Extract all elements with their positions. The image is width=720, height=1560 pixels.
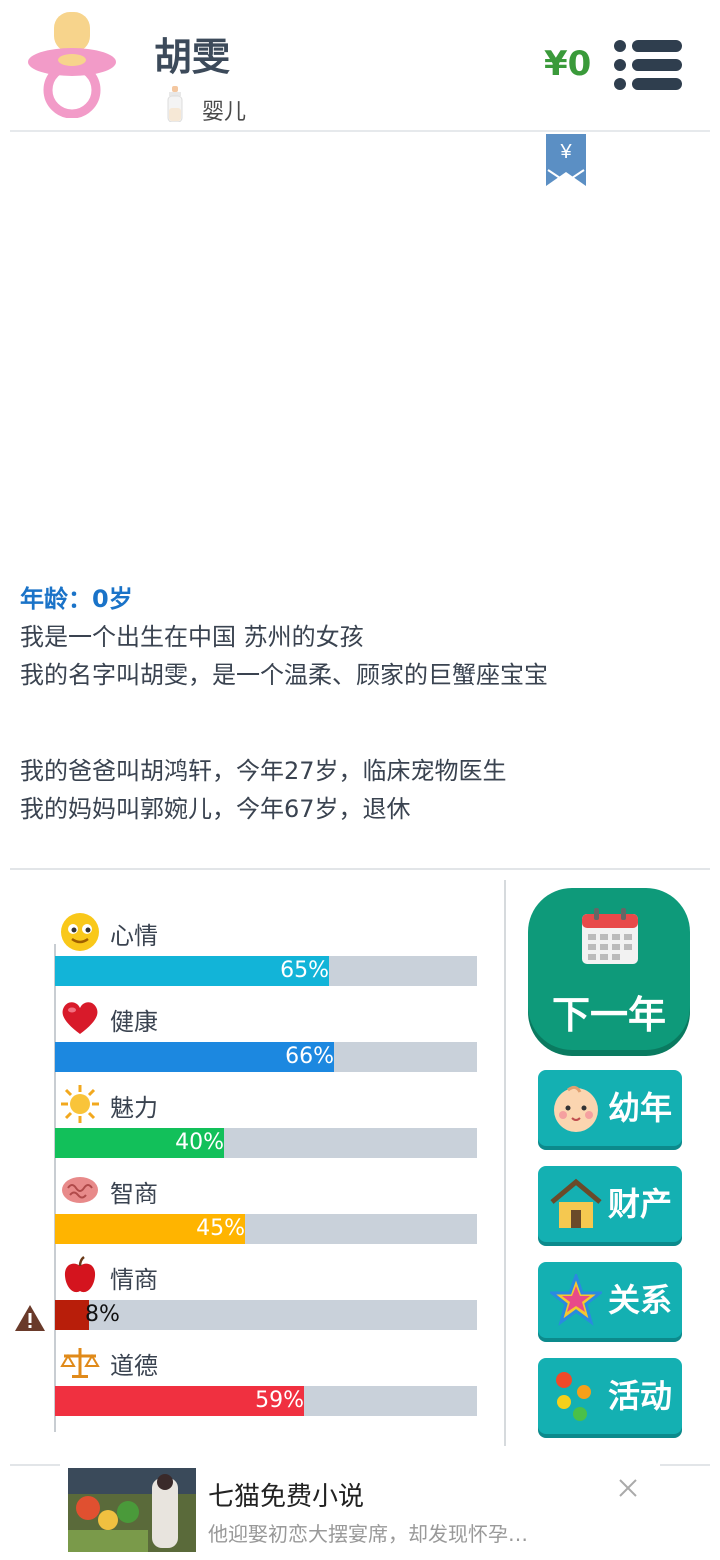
ad-divider [10, 1464, 60, 1466]
stat-eq: 情商 8% [0, 1256, 500, 1342]
header: 胡雯 婴儿 ¥0 [0, 0, 720, 132]
stat-bar: 65% [55, 956, 477, 986]
stat-bar: 40% [55, 1128, 477, 1158]
money-display: ¥0 [544, 44, 592, 84]
stat-value: 59% [255, 1388, 304, 1413]
header-divider [10, 130, 710, 132]
star-icon [550, 1274, 602, 1326]
sun-icon [61, 1085, 99, 1123]
stat-mood: 心情 65% [0, 912, 500, 998]
scales-icon [60, 1348, 100, 1378]
stat-bar-fill [55, 1300, 89, 1330]
activities-label: 活动 [608, 1377, 673, 1415]
panel-divider [504, 880, 506, 1446]
baby-face-icon [554, 1085, 598, 1132]
svg-text:¥: ¥ [559, 141, 572, 163]
ad-thumbnail-image [68, 1468, 196, 1552]
stat-value: 66% [285, 1044, 334, 1069]
brain-icon [62, 1177, 98, 1203]
stat-bar: 8% [55, 1300, 477, 1330]
story-line: 我的妈妈叫郭婉儿，今年67岁，退休 [20, 795, 411, 823]
stat-label: 健康 [110, 1008, 158, 1036]
life-stage-label: 婴儿 [202, 100, 247, 125]
stat-label: 智商 [110, 1180, 158, 1208]
age-label: 年龄：0岁 [20, 585, 133, 613]
stat-value: 65% [280, 958, 329, 983]
warning-icon [15, 1305, 45, 1331]
stat-label: 心情 [110, 922, 158, 950]
stat-morality: 道德 59% [0, 1342, 500, 1428]
ad-description: 他迎娶初恋大摆宴席，却发现怀孕… [208, 1522, 528, 1546]
activities-button[interactable]: 活动 [538, 1358, 682, 1434]
calendar-icon [582, 908, 638, 964]
next-year-label: 下一年 [551, 993, 666, 1037]
property-button[interactable]: 财产 [538, 1166, 682, 1242]
childhood-button[interactable]: 幼年 [538, 1070, 682, 1146]
story-gap [20, 694, 700, 752]
stat-value: 8% [85, 1302, 120, 1327]
stat-bar: 45% [55, 1214, 477, 1244]
currency-bookmark-icon[interactable]: ¥ [546, 134, 586, 186]
smiley-icon [61, 913, 99, 951]
story-line: 我的爸爸叫胡鸿轩，今年27岁，临床宠物医生 [20, 757, 507, 785]
childhood-label: 幼年 [608, 1089, 673, 1127]
property-label: 财产 [608, 1185, 673, 1223]
heart-icon [62, 1002, 98, 1034]
close-icon[interactable] [614, 1474, 642, 1502]
section-divider [10, 868, 710, 870]
stat-health: 健康 66% [0, 998, 500, 1084]
stat-bar: 59% [55, 1386, 477, 1416]
pacifier-avatar-icon [28, 12, 116, 118]
stat-value: 45% [196, 1216, 245, 1241]
life-story: 年龄：0岁 我是一个出生在中国 苏州的女孩 我的名字叫胡雯，是一个温柔、顾家的巨… [20, 580, 700, 828]
stat-iq: 智商 45% [0, 1170, 500, 1256]
activity-dots-icon [556, 1372, 591, 1421]
stat-charm: 魅力 40% [0, 1084, 500, 1170]
character-name: 胡雯 [154, 35, 231, 79]
stat-label: 情商 [110, 1266, 158, 1294]
stat-label: 魅力 [110, 1094, 158, 1122]
story-line: 我是一个出生在中国 苏州的女孩 [20, 623, 364, 651]
story-line: 我的名字叫胡雯，是一个温柔、顾家的巨蟹座宝宝 [20, 661, 548, 689]
next-year-button[interactable]: 下一年 [528, 888, 690, 1050]
stat-bar: 66% [55, 1042, 477, 1072]
stat-label: 道德 [110, 1352, 158, 1380]
relations-button[interactable]: 关系 [538, 1262, 682, 1338]
ad-banner[interactable]: 七猫免费小说 他迎娶初恋大摆宴席，却发现怀孕… [66, 1466, 666, 1556]
menu-icon[interactable] [612, 38, 684, 92]
baby-bottle-icon [167, 86, 183, 122]
house-icon [550, 1178, 602, 1228]
ad-title: 七猫免费小说 [208, 1482, 365, 1512]
ad-divider [660, 1464, 710, 1466]
relations-label: 关系 [608, 1281, 673, 1319]
apple-icon [64, 1256, 96, 1293]
stat-value: 40% [175, 1130, 224, 1155]
